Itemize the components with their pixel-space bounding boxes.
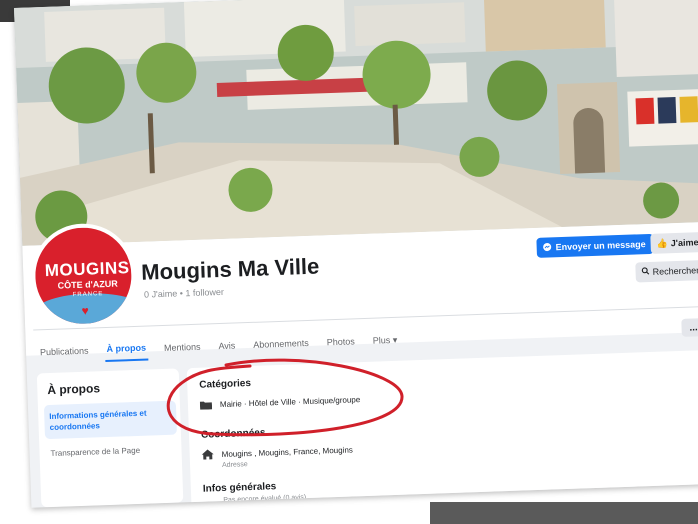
like-page-label: J'aime — [670, 237, 698, 249]
categories-value[interactable]: Mairie · Hôtel de Ville · Musique/groupe — [220, 395, 361, 409]
search-icon — [641, 267, 650, 277]
address-value: Mougins , Mougins, France, Mougins — [221, 444, 353, 459]
like-page-button[interactable]: 👍 J'aime — [650, 232, 698, 254]
tab-subscriptions[interactable]: Abonnements — [251, 332, 311, 356]
general-info-heading: Infos générales — [202, 481, 277, 495]
contact-heading: Coordonnées — [200, 427, 266, 441]
about-nav-title: À propos — [47, 381, 101, 398]
tab-mentions[interactable]: Mentions — [162, 336, 203, 359]
categories-row: Mairie · Hôtel de Ville · Musique/groupe — [199, 394, 361, 410]
send-message-label: Envoyer un message — [555, 239, 646, 253]
tab-reviews[interactable]: Avis — [216, 334, 238, 357]
tab-about[interactable]: À propos — [104, 336, 149, 363]
facebook-page-screen: MOUGINS CÔTE d'AZUR FRANCE ♥ Mougins Ma … — [14, 0, 698, 508]
tab-publications[interactable]: Publications — [38, 340, 91, 364]
tab-photos[interactable]: Photos — [324, 330, 357, 353]
heart-icon: ♥ — [81, 303, 89, 318]
messenger-icon — [542, 242, 552, 253]
background-bottom — [430, 502, 698, 524]
about-nav-item-general-info[interactable]: Informations générales et coordonnées — [43, 400, 177, 440]
more-options-button[interactable]: ... — [681, 318, 698, 337]
about-nav-item-transparency[interactable]: Transparence de la Page — [50, 445, 178, 458]
categories-heading: Catégories — [199, 377, 252, 391]
about-details-card: Catégories Mairie · Hôtel de Ville · Mus… — [186, 349, 698, 508]
address-label: Adresse — [221, 461, 248, 470]
page-avatar[interactable]: MOUGINS CÔTE d'AZUR FRANCE ♥ — [29, 221, 138, 330]
search-page-label: Rechercher — [652, 265, 698, 277]
folder-icon — [199, 399, 213, 410]
tab-more[interactable]: Plus ▾ — [370, 328, 399, 352]
about-nav-card: À propos Informations générales et coord… — [36, 368, 184, 508]
cover-photo — [14, 0, 698, 246]
address-row: Mougins , Mougins, France, Mougins — [201, 444, 353, 460]
thumbs-up-icon: 👍 — [656, 237, 668, 249]
home-icon — [201, 449, 214, 460]
send-message-button[interactable]: Envoyer un message — [536, 233, 655, 258]
search-page-button[interactable]: Rechercher — [635, 260, 698, 283]
